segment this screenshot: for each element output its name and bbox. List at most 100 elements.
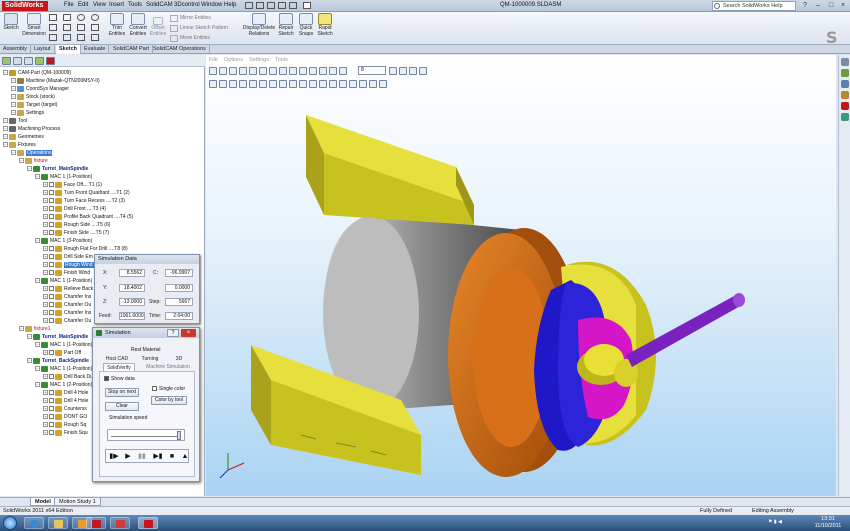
tree-item[interactable]: + Finish Squ (43, 429, 88, 437)
offset-entities-button[interactable]: Offset Entities (149, 17, 167, 37)
property-manager-tab-icon[interactable] (13, 57, 22, 65)
tree-item[interactable]: + Chamfer Ou (43, 317, 91, 325)
solidworks-logo[interactable]: SolidWorks (2, 1, 48, 11)
expand-toggle-icon[interactable]: + (43, 398, 48, 404)
operation-checkbox[interactable] (49, 270, 54, 276)
expand-toggle-icon[interactable]: + (43, 246, 48, 252)
new-document-icon[interactable] (245, 2, 253, 9)
taskbar-app-5[interactable] (110, 517, 130, 529)
tree-item[interactable]: − Geometries (3, 133, 44, 141)
print-icon[interactable] (278, 2, 286, 9)
operation-checkbox[interactable] (49, 246, 54, 252)
menu-window[interactable]: Window (201, 2, 222, 8)
repair-sketch-button[interactable]: Repair Sketch (277, 13, 295, 37)
tree-item[interactable]: − CAM-Part (QM-100009) (3, 69, 71, 77)
pause-icon[interactable]: ▮▮ (137, 452, 147, 461)
tab-evaluate[interactable]: Evaluate (81, 45, 110, 54)
expand-toggle-icon[interactable]: + (43, 262, 48, 268)
mirror-entities-button[interactable]: Mirror Entities (170, 15, 211, 22)
display-delete-relations-button[interactable]: Display/Delete Relations (242, 13, 276, 37)
tree-item[interactable]: − fixture1 (19, 325, 50, 333)
operation-checkbox[interactable] (49, 310, 54, 316)
tree-item[interactable]: − Tool (3, 117, 27, 125)
operation-checkbox[interactable] (49, 350, 54, 356)
feature-manager-tab-icon[interactable] (2, 57, 11, 65)
expand-toggle-icon[interactable]: − (35, 174, 40, 180)
simulation-close-button[interactable]: × (181, 329, 196, 337)
taskbar-ie[interactable] (24, 517, 44, 529)
operation-checkbox[interactable] (49, 214, 54, 220)
help-button[interactable]: ? (167, 329, 179, 337)
expand-toggle-icon[interactable]: − (27, 166, 32, 172)
spline-icon[interactable] (49, 24, 57, 31)
expand-toggle-icon[interactable]: − (19, 158, 24, 164)
expand-toggle-icon[interactable]: + (43, 286, 48, 292)
expand-toggle-icon[interactable]: − (27, 358, 32, 364)
tree-item[interactable]: + Face Off....T1 (1) (43, 181, 102, 189)
move-entities-button[interactable]: Move Entities (170, 35, 210, 42)
expand-toggle-icon[interactable]: + (43, 206, 48, 212)
trim-entities-button[interactable]: Trim Entities (107, 13, 127, 37)
custom-properties-icon[interactable] (841, 113, 849, 121)
design-library-icon[interactable] (841, 69, 849, 77)
menu-3dcontrol[interactable]: 3Dcontrol (174, 2, 200, 8)
expand-toggle-icon[interactable]: + (43, 318, 48, 324)
tree-item[interactable]: − CoordSys Manager (11, 85, 69, 93)
taskbar-clock[interactable]: 13:31 11/10/2011 (808, 516, 848, 530)
tree-item[interactable]: − Machine (Mazak-QTN200MSY-II) (11, 77, 100, 85)
start-button[interactable] (3, 516, 17, 530)
tree-item[interactable]: + Relieve Back (43, 285, 93, 293)
menu-help[interactable]: Help (224, 2, 236, 8)
quick-snaps-button[interactable]: Quick Snaps (297, 13, 315, 37)
tree-item[interactable]: − Turret_MainSpindle (27, 333, 88, 341)
undo-icon[interactable] (289, 2, 297, 9)
text-icon[interactable] (63, 34, 71, 41)
play-icon[interactable]: ▶ (123, 452, 133, 461)
expand-toggle-icon[interactable]: − (11, 86, 16, 92)
tree-item[interactable]: + Turn Face Recess ....T2 (3) (43, 197, 125, 205)
expand-toggle-icon[interactable]: + (43, 414, 48, 420)
expand-toggle-icon[interactable]: − (3, 70, 8, 76)
expand-toggle-icon[interactable]: − (11, 78, 16, 84)
operation-checkbox[interactable] (49, 302, 54, 308)
tree-item[interactable]: + Drill 4 Hole (43, 397, 88, 405)
tab-model[interactable]: Model (30, 498, 56, 506)
expand-toggle-icon[interactable]: − (3, 134, 8, 140)
help-icon[interactable]: ? (800, 1, 810, 11)
resources-icon[interactable] (841, 58, 849, 66)
slot-icon[interactable] (63, 24, 71, 31)
expand-toggle-icon[interactable]: + (43, 350, 48, 356)
rapid-sketch-button[interactable]: Rapid Sketch (316, 13, 334, 37)
graphics-viewport[interactable]: File Options Settings Tools 8 (206, 55, 836, 496)
expand-toggle-icon[interactable]: + (43, 270, 48, 276)
point-icon[interactable] (49, 34, 57, 41)
operation-checkbox[interactable] (49, 390, 54, 396)
single-color-checkbox[interactable] (152, 386, 157, 391)
operation-checkbox[interactable] (49, 182, 54, 188)
tree-item[interactable]: − MAC 1 (3-Position) (35, 237, 92, 245)
tab-sketch[interactable]: Sketch (56, 45, 82, 54)
menu-file[interactable]: File (64, 2, 74, 8)
expand-toggle-icon[interactable]: + (43, 430, 48, 436)
simulation-speed-slider[interactable] (107, 429, 185, 441)
solidcam-manager-tab-icon[interactable] (46, 57, 55, 65)
operation-checkbox[interactable] (49, 430, 54, 436)
tree-item[interactable]: − Settings (11, 109, 44, 117)
minimize-button[interactable]: – (813, 1, 823, 11)
expand-toggle-icon[interactable]: + (43, 222, 48, 228)
stop-on-next-button[interactable]: Stop on next (105, 388, 139, 397)
step-icon[interactable]: ▮▶ (109, 452, 119, 461)
expand-toggle-icon[interactable]: + (43, 374, 48, 380)
expand-toggle-icon[interactable]: + (43, 406, 48, 412)
save-icon[interactable] (267, 2, 275, 9)
tree-item[interactable]: − Fixtures (3, 141, 36, 149)
tab-assembly[interactable]: Assembly (0, 45, 31, 54)
tab-layout[interactable]: Layout (31, 45, 55, 54)
operation-checkbox[interactable] (49, 262, 54, 268)
stop-icon[interactable]: ■ (167, 452, 177, 461)
tree-item[interactable]: − MAC 1 (1-Position) (35, 365, 92, 373)
maximize-button[interactable]: □ (826, 1, 836, 11)
tree-item[interactable]: + Drill Back Du (43, 373, 93, 381)
operation-checkbox[interactable] (49, 294, 54, 300)
sketch-button[interactable]: Sketch (2, 13, 20, 32)
